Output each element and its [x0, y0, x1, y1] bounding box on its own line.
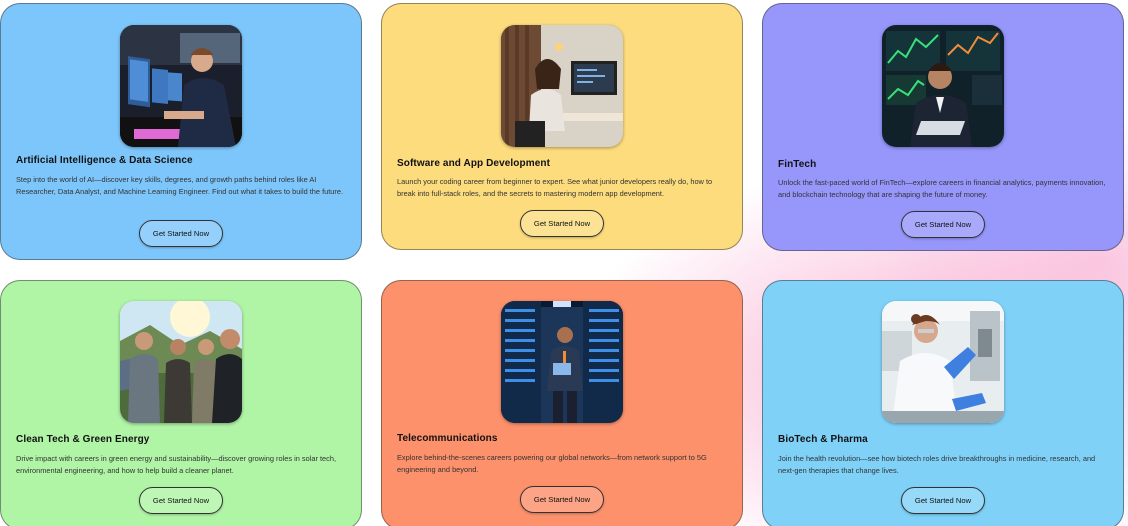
card-description: Unlock the fast-paced world of FinTech—e… [778, 178, 1106, 200]
card-description: Drive impact with careers in green energ… [16, 454, 336, 476]
ai-data-science-image [120, 25, 242, 147]
career-card-ai-data-science: Artificial Intelligence & Data Science S… [0, 3, 362, 260]
get-started-button[interactable]: Get Started Now [901, 487, 985, 514]
get-started-button[interactable]: Get Started Now [139, 487, 223, 514]
card-description: Join the health revolution—see how biote… [778, 454, 1096, 476]
get-started-button[interactable]: Get Started Now [520, 486, 604, 513]
career-card-biotech-pharma: BioTech & Pharma Join the health revolut… [762, 280, 1124, 526]
career-card-fintech: FinTech Unlock the fast-paced world of F… [762, 3, 1124, 251]
card-title: Artificial Intelligence & Data Science [16, 155, 193, 166]
card-description: Launch your coding career from beginner … [397, 177, 713, 199]
career-card-software-app-development: Software and App Development Launch your… [381, 3, 743, 250]
biotech-pharma-image [882, 301, 1004, 423]
get-started-button[interactable]: Get Started Now [139, 220, 223, 247]
card-title: FinTech [778, 159, 817, 170]
software-development-image [501, 25, 623, 147]
telecommunications-image [501, 301, 623, 423]
card-title: Clean Tech & Green Energy [16, 434, 150, 445]
card-title: Software and App Development [397, 158, 551, 169]
card-title: BioTech & Pharma [778, 434, 868, 445]
get-started-button[interactable]: Get Started Now [901, 211, 985, 238]
card-description: Explore behind-the-scenes careers poweri… [397, 453, 707, 475]
card-description: Step into the world of AI—discover key s… [16, 175, 344, 197]
card-title: Telecommunications [397, 433, 498, 444]
career-card-clean-tech: Clean Tech & Green Energy Drive impact w… [0, 280, 362, 526]
clean-tech-image [120, 301, 242, 423]
fintech-image [882, 25, 1004, 147]
get-started-button[interactable]: Get Started Now [520, 210, 604, 237]
career-card-telecommunications: Telecommunications Explore behind-the-sc… [381, 280, 743, 526]
